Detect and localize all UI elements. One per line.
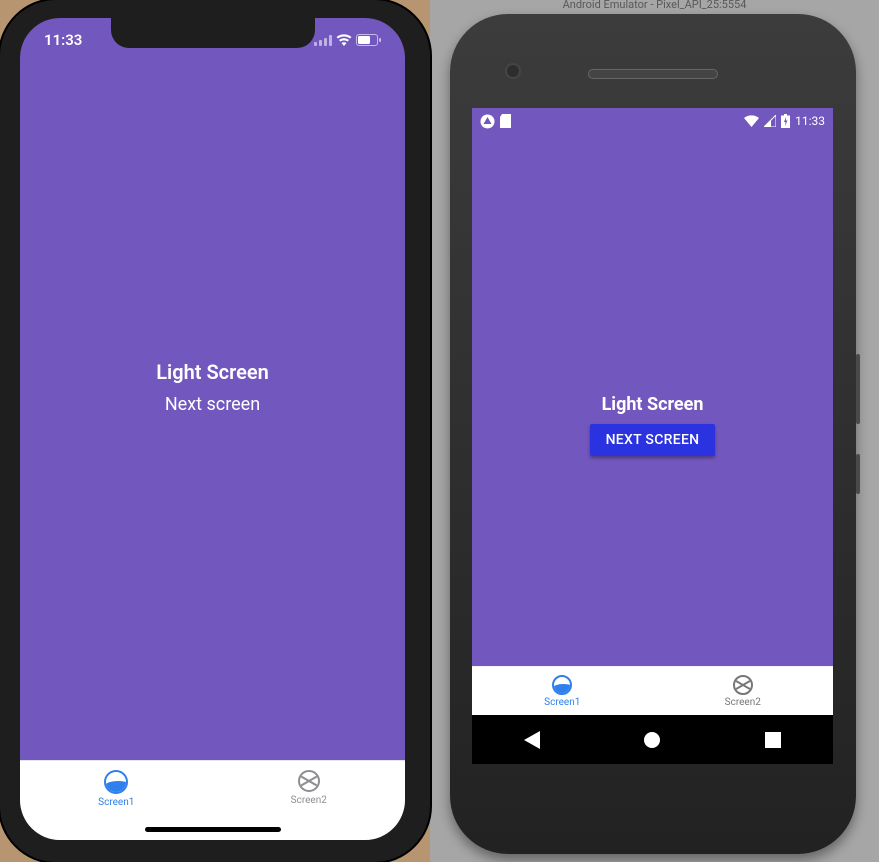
ios-screen: 11:33 Light Screen Next screen Screen1: [20, 18, 405, 840]
sd-card-icon: [500, 114, 511, 128]
android-side-button: [856, 354, 860, 424]
android-screen: 11:33 Light Screen NEXT SCREEN Screen1 S…: [472, 108, 833, 764]
chart-icon: [104, 770, 128, 794]
emulator-window-title: Android Emulator - Pixel_API_25:5554: [430, 0, 879, 11]
battery-charging-icon: [781, 114, 790, 128]
next-screen-button[interactable]: Next screen: [157, 390, 268, 419]
tab-label: Screen1: [98, 797, 134, 808]
wifi-icon: [744, 115, 759, 127]
back-button[interactable]: [521, 729, 543, 751]
android-device-frame: 11:33 Light Screen NEXT SCREEN Screen1 S…: [450, 14, 856, 854]
android-tab-bar: Screen1 Screen2: [472, 666, 833, 715]
android-earpiece: [588, 69, 718, 79]
android-status-bar: 11:33: [472, 108, 833, 134]
android-side-button: [856, 454, 860, 494]
app-icon: [480, 114, 495, 129]
ios-device-frame: 11:33 Light Screen Next screen Screen1: [0, 0, 430, 862]
tab-screen1[interactable]: Screen1: [472, 667, 653, 715]
overview-button[interactable]: [762, 729, 784, 751]
cellular-icon: [764, 115, 776, 127]
next-screen-button[interactable]: NEXT SCREEN: [590, 424, 716, 456]
android-status-time: 11:33: [795, 114, 825, 128]
tab-label: Screen2: [291, 795, 327, 806]
android-nav-bar: [472, 715, 833, 764]
ios-content: Light Screen Next screen: [20, 18, 405, 760]
tab-screen2[interactable]: Screen2: [653, 667, 834, 715]
tab-label: Screen2: [725, 697, 761, 708]
page-title: Light Screen: [156, 360, 269, 384]
chart-icon: [552, 675, 572, 695]
tab-label: Screen1: [544, 697, 580, 708]
android-camera: [505, 63, 521, 79]
home-indicator[interactable]: [145, 827, 281, 832]
aperture-icon: [733, 675, 753, 695]
page-title: Light Screen: [602, 394, 704, 415]
aperture-icon: [298, 770, 320, 792]
home-button[interactable]: [641, 729, 663, 751]
android-content: Light Screen NEXT SCREEN: [472, 134, 833, 715]
